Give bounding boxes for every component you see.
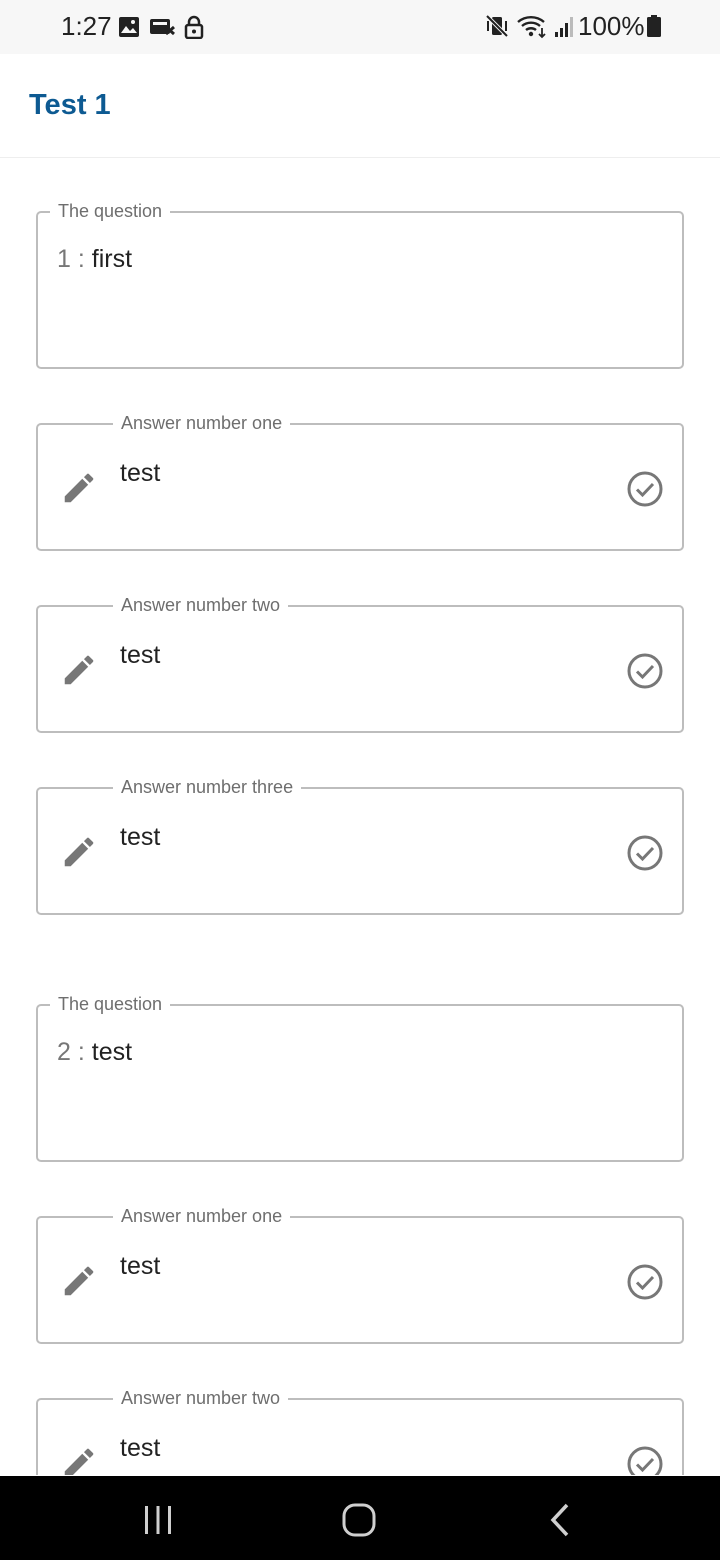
pencil-icon[interactable] [60, 1262, 98, 1300]
answer-field[interactable]: Answer number three test [36, 776, 684, 915]
question-field[interactable]: The question 1 : first [36, 200, 684, 369]
question-number: 1 : [57, 245, 85, 273]
pencil-icon[interactable] [60, 833, 98, 871]
check-circle-icon[interactable] [626, 652, 664, 690]
check-circle-icon[interactable] [626, 1263, 664, 1301]
sync-icon [150, 19, 175, 36]
question-text: first [91, 245, 133, 273]
check-circle-icon[interactable] [626, 834, 664, 872]
question-number: 2 : [57, 1038, 85, 1066]
answer-text: test [120, 641, 161, 669]
answer-field[interactable]: Answer number two test [36, 594, 684, 733]
answer-label: Answer number one [113, 412, 291, 434]
recent-apps-icon[interactable] [138, 1500, 178, 1540]
back-icon[interactable] [541, 1500, 581, 1540]
vibrate-mute-icon [485, 14, 509, 38]
question-label: The question [50, 200, 171, 222]
answer-field[interactable]: Answer number one test [36, 412, 684, 551]
answer-text: test [120, 459, 161, 487]
answer-label: Answer number two [113, 1387, 289, 1409]
answer-label: Answer number one [113, 1205, 291, 1227]
gallery-icon [119, 17, 139, 37]
question-label: The question [50, 993, 171, 1015]
question-text: test [91, 1038, 133, 1066]
lock-icon [184, 15, 204, 39]
answer-field[interactable]: Answer number two test [36, 1387, 684, 1475]
pencil-icon[interactable] [60, 1444, 98, 1475]
pencil-icon[interactable] [60, 469, 98, 507]
battery-icon [647, 15, 661, 37]
pencil-icon[interactable] [60, 651, 98, 689]
page-title: Test 1 [29, 89, 111, 121]
question-list[interactable]: The question 1 : first Answer number one… [0, 159, 720, 1475]
wifi-icon [517, 16, 546, 39]
signal-icon [555, 17, 573, 37]
answer-text: test [120, 1252, 161, 1280]
answer-text: test [120, 823, 161, 851]
navigation-bar [0, 1476, 720, 1560]
answer-text: test [120, 1434, 161, 1462]
battery-percent: 100% [578, 11, 645, 41]
app-header: Test 1 [0, 54, 720, 158]
home-icon[interactable] [339, 1500, 379, 1540]
check-circle-icon[interactable] [626, 1445, 664, 1475]
status-bar: 1:27 100% [0, 0, 720, 54]
check-circle-icon[interactable] [626, 470, 664, 508]
answer-label: Answer number three [113, 776, 302, 798]
question-field[interactable]: The question 2 : test [36, 993, 684, 1162]
answer-field[interactable]: Answer number one test [36, 1205, 684, 1344]
answer-label: Answer number two [113, 594, 289, 616]
status-time: 1:27 [61, 11, 112, 41]
